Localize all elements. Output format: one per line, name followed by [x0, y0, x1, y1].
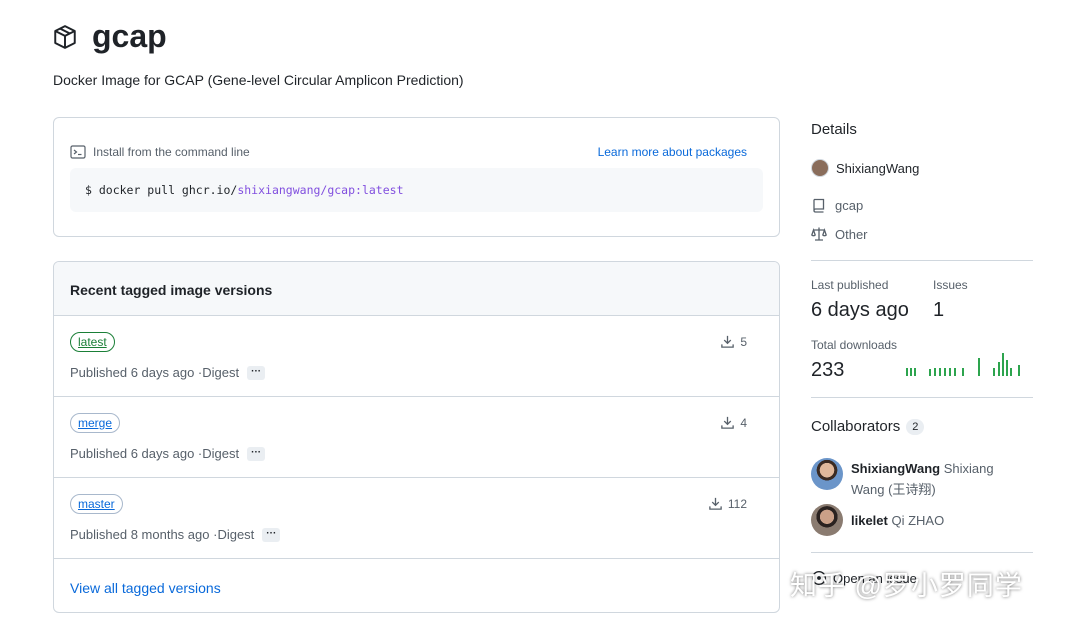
command-prefix: $ docker pull ghcr.io/	[85, 183, 238, 197]
divider	[811, 260, 1033, 261]
owner-row[interactable]: ShixiangWang	[811, 159, 919, 177]
downloads-label: Total downloads	[811, 338, 898, 352]
details-title: Details	[811, 121, 857, 138]
repo-row[interactable]: gcap	[811, 197, 863, 213]
issues-label: Issues	[933, 278, 968, 292]
package-icon	[54, 24, 76, 49]
package-header: gcap	[52, 18, 167, 55]
download-count: 5	[740, 334, 747, 349]
license-row[interactable]: Other	[811, 226, 868, 242]
digest-label: Digest	[202, 446, 240, 461]
collaborator-login: likelet	[851, 513, 888, 528]
learn-more-link[interactable]: Learn more about packages	[598, 145, 747, 159]
terminal-icon	[70, 145, 86, 159]
download-icon	[721, 335, 735, 348]
version-row: latest Published 6 days ago · Digest ···…	[54, 316, 779, 397]
install-header-label: Install from the command line	[93, 145, 250, 159]
repo-name: gcap	[835, 197, 864, 213]
downloads-sparkline	[906, 353, 1020, 376]
version-tag-latest[interactable]: latest	[70, 332, 115, 352]
download-icon	[721, 416, 735, 429]
version-tag-master[interactable]: master	[70, 494, 123, 514]
collaborator-avatar	[811, 458, 843, 490]
digest-label: Digest	[202, 365, 240, 380]
issues-value[interactable]: 1	[933, 299, 944, 322]
owner-avatar	[811, 159, 829, 177]
versions-header: Recent tagged image versions	[54, 262, 779, 316]
digest-expand-button[interactable]: ···	[247, 365, 266, 380]
view-all-versions-link[interactable]: View all tagged versions	[70, 580, 221, 596]
published-text: Published 6 days ago ·	[70, 365, 203, 380]
package-title: gcap	[92, 18, 167, 54]
version-published: Published 6 days ago · Digest ···	[70, 446, 266, 461]
version-downloads: 5	[720, 334, 747, 349]
collaborators-title: Collaborators 2	[811, 418, 925, 436]
collaborator-info: ShixiangWang Shixiang Wang (王诗翔)	[851, 458, 1021, 500]
digest-expand-button[interactable]: ···	[262, 527, 281, 542]
version-published: Published 6 days ago · Digest ···	[70, 365, 266, 380]
version-tag-merge[interactable]: merge	[70, 413, 121, 433]
last-published-label: Last published	[811, 278, 889, 292]
version-row: master Published 8 months ago · Digest ·…	[54, 478, 779, 559]
collaborator-item[interactable]: likelet Qi ZHAO	[811, 504, 1021, 538]
watermark-text: 知乎 @罗小罗同学	[790, 571, 1023, 601]
package-description: Docker Image for GCAP (Gene-level Circul…	[53, 72, 464, 88]
install-header: Install from the command line	[70, 144, 250, 160]
owner-name: ShixiangWang	[836, 160, 920, 176]
version-downloads: 4	[720, 415, 747, 430]
install-panel: Install from the command line Learn more…	[53, 117, 780, 237]
collaborators-count: 2	[906, 419, 925, 436]
repo-icon	[813, 198, 825, 213]
version-published: Published 8 months ago · Digest ···	[70, 527, 281, 542]
law-icon	[811, 227, 827, 241]
version-row: merge Published 6 days ago · Digest ··· …	[54, 397, 779, 478]
published-text: Published 6 days ago ·	[70, 446, 203, 461]
collaborator-login: ShixiangWang	[851, 461, 941, 476]
collaborator-name: Qi ZHAO	[891, 513, 945, 528]
command-image: shixiangwang/gcap:latest	[237, 183, 404, 197]
collaborator-item[interactable]: ShixiangWang Shixiang Wang (王诗翔)	[811, 458, 1021, 500]
collaborator-avatar	[811, 504, 843, 536]
digest-label: Digest	[217, 527, 255, 542]
download-count: 4	[740, 415, 747, 430]
license-name: Other	[835, 226, 868, 242]
published-text: Published 8 months ago ·	[70, 527, 218, 542]
digest-expand-button[interactable]: ···	[247, 446, 266, 461]
divider	[811, 397, 1033, 398]
download-icon	[709, 497, 722, 510]
collaborators-label: Collaborators	[811, 418, 901, 435]
version-downloads: 112	[708, 496, 747, 511]
install-command[interactable]: $ docker pull ghcr.io/shixiangwang/gcap:…	[70, 168, 763, 212]
download-count: 112	[727, 496, 747, 511]
versions-panel: Recent tagged image versions latest Publ…	[53, 261, 780, 613]
collaborator-info: likelet Qi ZHAO	[851, 504, 1021, 538]
downloads-value: 233	[811, 359, 845, 381]
last-published-value: 6 days ago	[811, 299, 909, 321]
divider	[811, 552, 1033, 553]
